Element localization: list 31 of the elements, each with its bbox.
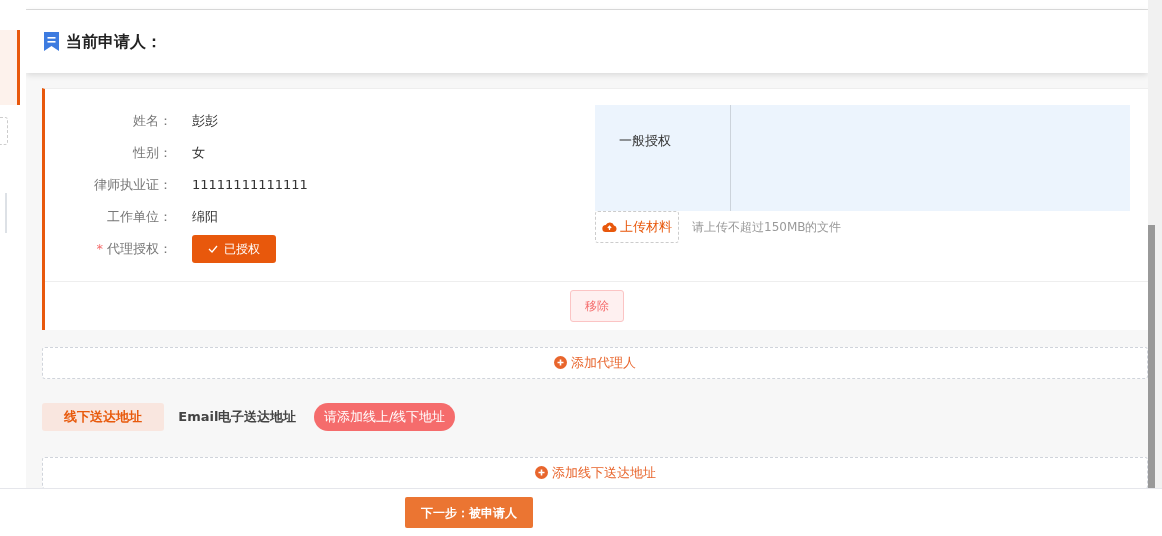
field-value: 女 <box>192 144 205 163</box>
field-label: 律师执业证： <box>94 177 172 193</box>
add-address-button[interactable]: 添加线下送达地址 <box>42 456 1148 488</box>
field-label: 姓名： <box>133 113 172 129</box>
field-label: 工作单位： <box>107 209 172 225</box>
address-tab[interactable]: Email电子送达地址 <box>167 402 308 431</box>
plus-circle-icon <box>554 356 567 369</box>
bookmark-icon <box>43 32 60 51</box>
header-title: 当前申请人： <box>66 30 162 53</box>
upload-cloud-icon <box>602 221 617 233</box>
scrollbar-thumb[interactable] <box>1148 225 1155 488</box>
sidebar-tab[interactable] <box>0 30 20 105</box>
upload-button[interactable]: 上传材料 <box>595 211 679 243</box>
address-tab[interactable]: 线下送达地址 <box>42 402 164 431</box>
field-label: * 代理授权： <box>96 241 172 257</box>
plus-circle-icon <box>534 466 548 479</box>
next-step-button[interactable]: 下一步：被申请人 <box>405 497 533 528</box>
sidebar-divider <box>5 193 7 233</box>
address-warning-badge: 请添加线上/线下地址 <box>313 402 456 431</box>
field-label: 性别： <box>133 145 172 161</box>
authorized-button[interactable]: 已授权 <box>192 235 276 263</box>
check-icon <box>208 245 218 253</box>
sidebar-field[interactable] <box>0 117 8 145</box>
authorization-type: 一般授权 <box>619 133 671 148</box>
upload-hint: 请上传不超过150MB的文件 <box>692 218 842 236</box>
add-agent-button[interactable]: 添加代理人 <box>42 346 1148 379</box>
scrollbar[interactable] <box>1148 0 1162 488</box>
remove-button[interactable]: 移除 <box>569 289 624 322</box>
field-value: 11111111111111 <box>192 176 308 195</box>
field-value: 绵阳 <box>192 208 218 227</box>
field-value: 彭彭 <box>192 112 218 131</box>
